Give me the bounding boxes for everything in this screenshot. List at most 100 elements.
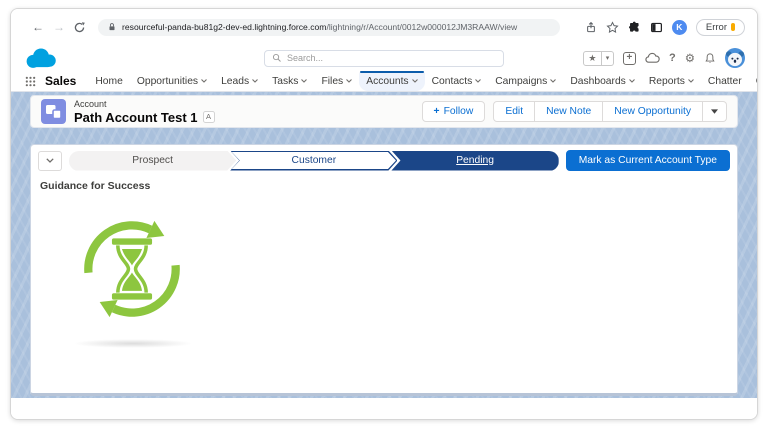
extensions-button[interactable] xyxy=(628,21,641,34)
hourglass-sync-icon xyxy=(84,220,180,318)
more-actions-button[interactable] xyxy=(703,101,727,122)
url-text: resourceful-panda-bu81g2-dev-ed.lightnin… xyxy=(122,22,517,32)
record-title-block: Account Path Account Test 1 A xyxy=(74,99,215,125)
record-name: Path Account Test 1 xyxy=(74,109,198,125)
nav-tab-contacts[interactable]: Contacts xyxy=(425,71,489,91)
global-actions-button[interactable]: + xyxy=(622,51,636,65)
nav-label: Contacts xyxy=(431,75,473,87)
stage-label: Prospect xyxy=(132,155,173,166)
mark-current-button[interactable]: Mark as Current Account Type xyxy=(565,150,730,171)
chevron-down-icon xyxy=(628,79,635,83)
path-stages: Prospect Customer Pending xyxy=(69,150,559,171)
chevron-down-icon xyxy=(252,79,259,83)
url-bar[interactable]: resourceful-panda-bu81g2-dev-ed.lightnin… xyxy=(98,18,560,36)
viewport-footer-space xyxy=(11,398,757,419)
path-row: Prospect Customer Pending Mark as Curren… xyxy=(38,150,730,171)
user-avatar[interactable] xyxy=(725,48,745,68)
error-button[interactable]: Error xyxy=(695,18,745,36)
nav-tab-leads[interactable]: Leads xyxy=(214,71,265,91)
nav-label: Leads xyxy=(221,75,250,87)
side-panel-button[interactable] xyxy=(650,21,663,34)
nav-label: Opportunities xyxy=(136,75,199,87)
salesforce-logo-icon xyxy=(26,47,56,68)
nav-tab-reports[interactable]: Reports xyxy=(642,71,701,91)
waffle-icon xyxy=(25,76,36,86)
nav-tab-files[interactable]: Files xyxy=(314,71,359,91)
nav-label: Reports xyxy=(648,75,685,87)
share-icon xyxy=(586,21,595,32)
bookmark-button[interactable] xyxy=(606,20,619,34)
record-action-group: Edit New Note New Opportunity xyxy=(493,101,727,122)
path-collapse-button[interactable] xyxy=(38,150,62,171)
setup-button[interactable]: ⚙ xyxy=(685,51,695,65)
nav-tab-tasks[interactable]: Tasks xyxy=(265,71,314,91)
favorites-button[interactable]: ★ xyxy=(582,50,602,66)
browser-toolbar: ← → resourceful-panda-bu81g2-dev-ed.ligh… xyxy=(11,9,757,45)
nav-tab-chatter[interactable]: Chatter xyxy=(701,71,749,91)
chevron-down-icon xyxy=(475,79,482,83)
nav-label: Tasks xyxy=(272,75,299,87)
chevron-down-icon xyxy=(550,79,557,83)
edit-button[interactable]: Edit xyxy=(493,101,536,122)
global-search-input[interactable]: Search... xyxy=(264,49,504,67)
nav-label: Dashboards xyxy=(570,75,626,87)
page-background: Account Path Account Test 1 A + Follow E… xyxy=(11,92,757,398)
browser-profile-avatar[interactable]: K xyxy=(671,19,687,35)
app-name: Sales xyxy=(45,74,77,88)
path-stage-customer[interactable]: Customer xyxy=(230,151,397,171)
path-stage-pending[interactable]: Pending xyxy=(391,150,559,171)
salesforce-global-header: Search... ★ ▾ + ? ⚙ xyxy=(11,45,757,71)
new-note-button[interactable]: New Note xyxy=(535,101,604,122)
reload-button[interactable] xyxy=(73,21,86,34)
caret-down-icon: ▾ xyxy=(605,55,610,62)
chevron-down-icon xyxy=(201,79,207,83)
lock-icon xyxy=(109,23,115,31)
guidance-loading-block xyxy=(73,210,193,348)
path-card: Prospect Customer Pending Mark as Curren… xyxy=(30,144,738,396)
nav-tab-groups[interactable]: Groups xyxy=(749,71,757,91)
favorites-menu-button[interactable]: ▾ xyxy=(601,50,614,66)
browser-window: ← → resourceful-panda-bu81g2-dev-ed.ligh… xyxy=(10,8,758,420)
chevron-down-icon xyxy=(301,79,308,83)
nav-tab-dashboards[interactable]: Dashboards xyxy=(563,71,642,91)
help-button[interactable]: ? xyxy=(669,52,676,64)
star-icon: ★ xyxy=(588,52,597,63)
icon-shadow xyxy=(73,339,193,348)
plus-icon: + xyxy=(433,106,440,117)
chevron-down-icon xyxy=(346,79,353,83)
nav-tab-opportunities[interactable]: Opportunities xyxy=(130,71,214,91)
chevron-down-icon xyxy=(711,109,718,114)
chevron-down-icon xyxy=(688,79,694,83)
notifications-button[interactable] xyxy=(704,52,716,65)
star-icon xyxy=(606,20,619,33)
forward-button[interactable]: → xyxy=(52,20,66,34)
header-utility-icons: ★ ▾ + ? ⚙ xyxy=(582,48,745,68)
chevron-down-icon xyxy=(411,79,418,83)
nav-label: Home xyxy=(95,75,123,87)
new-opportunity-button[interactable]: New Opportunity xyxy=(603,101,703,122)
nav-tab-home[interactable]: Home xyxy=(88,71,129,91)
record-header-card: Account Path Account Test 1 A + Follow E… xyxy=(30,95,738,128)
stage-label: Customer xyxy=(291,155,337,166)
search-icon xyxy=(272,53,281,62)
nav-label: Groups xyxy=(756,76,757,87)
puzzle-icon xyxy=(628,21,639,32)
nav-label: Files xyxy=(321,75,344,87)
search-placeholder: Search... xyxy=(287,53,324,63)
app-launcher-button[interactable] xyxy=(25,76,36,87)
trailhead-button[interactable] xyxy=(645,52,660,64)
warning-dot-icon xyxy=(731,23,735,31)
nav-label: Campaigns xyxy=(495,75,548,87)
nav-tab-accounts[interactable]: Accounts xyxy=(359,71,425,91)
guidance-title: Guidance for Success xyxy=(40,180,151,192)
koala-avatar-icon xyxy=(725,48,745,68)
follow-label: Follow xyxy=(443,106,474,117)
reload-icon xyxy=(74,21,85,32)
path-stage-prospect[interactable]: Prospect xyxy=(69,151,236,171)
nav-label: Accounts xyxy=(366,75,409,87)
back-button[interactable]: ← xyxy=(31,20,45,34)
follow-button[interactable]: + Follow xyxy=(421,101,486,122)
nav-tab-campaigns[interactable]: Campaigns xyxy=(488,71,563,91)
share-button[interactable] xyxy=(585,21,597,34)
side-panel-icon xyxy=(650,22,662,32)
